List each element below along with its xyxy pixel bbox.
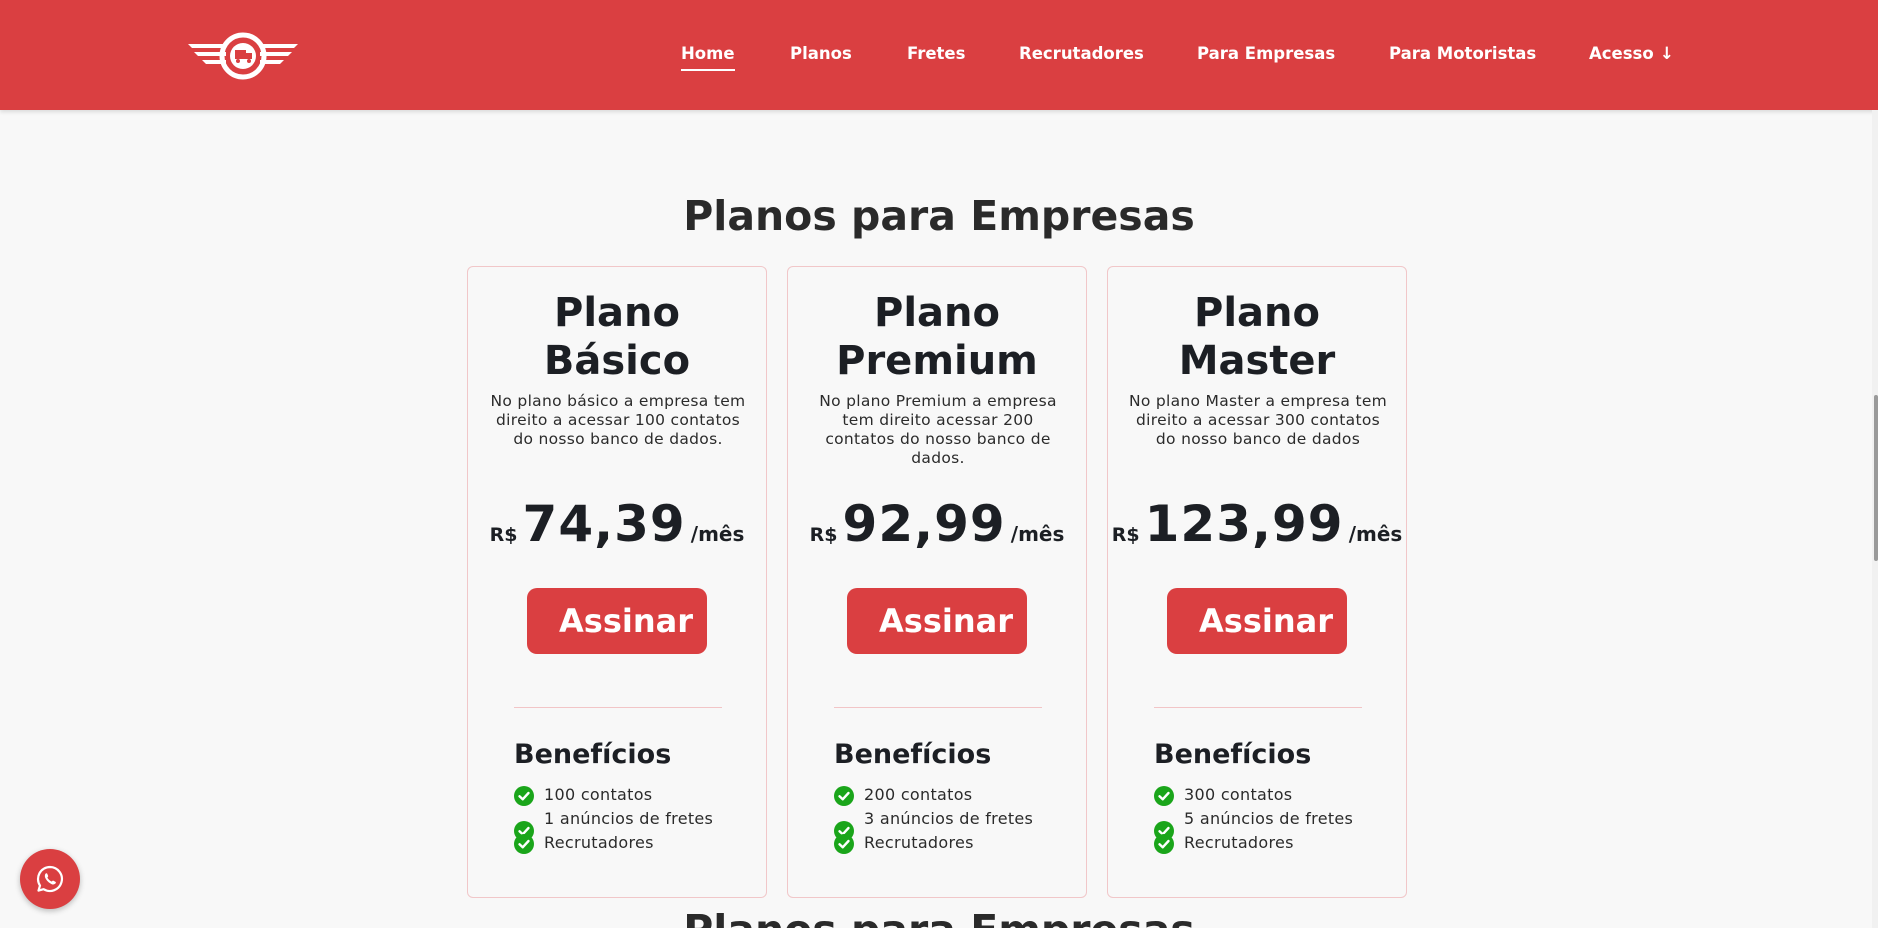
nav-para-motoristas[interactable]: Para Motoristas	[1389, 44, 1536, 63]
price-amount: 74,39	[522, 495, 686, 553]
plan-title-line-1: Plano	[1194, 290, 1320, 336]
subscribe-button[interactable]: Assinar	[527, 588, 707, 654]
check-circle-icon	[834, 786, 854, 806]
benefits-title: Benefícios	[514, 739, 672, 770]
benefit-text: Recrutadores	[864, 833, 974, 852]
plan-title-line-1: Plano	[554, 290, 680, 336]
main-nav: Home Planos Fretes Recrutadores Para Emp…	[0, 0, 1878, 110]
scrollbar-thumb[interactable]	[1874, 395, 1878, 561]
plan-description: No plano Premium a empresa tem direito a…	[819, 392, 1057, 467]
plan-price: R$ 92,99 /mês	[788, 495, 1086, 553]
subscribe-button[interactable]: Assinar	[1167, 588, 1347, 654]
check-circle-icon	[514, 834, 534, 854]
plan-card-basico: Plano Básico No plano básico a empresa t…	[467, 266, 767, 898]
arrow-down-icon: ↓	[1659, 44, 1674, 64]
benefit-text: Recrutadores	[544, 833, 654, 852]
list-item: 100 contatos	[514, 783, 734, 807]
price-period: /mês	[1348, 522, 1403, 546]
plan-title-line-2: Básico	[543, 338, 691, 384]
divider	[514, 707, 722, 708]
check-circle-icon	[1154, 834, 1174, 854]
plan-description: No plano básico a empresa tem direito a …	[490, 392, 746, 448]
site-header: Home Planos Fretes Recrutadores Para Emp…	[0, 0, 1878, 110]
benefits-list: 100 contatos 1 anúncios de fretes Recrut…	[514, 783, 734, 855]
price-amount: 123,99	[1144, 495, 1344, 553]
check-circle-icon	[514, 786, 534, 806]
plan-title-line-2: Premium	[836, 338, 1038, 384]
price-currency: R$	[809, 524, 838, 546]
nav-acesso-label: Acesso	[1589, 44, 1654, 63]
next-section-title: Planos para Empresas	[0, 906, 1878, 928]
plan-title-line-2: Master	[1178, 338, 1336, 384]
benefit-text: 100 contatos	[544, 785, 653, 804]
plan-title: Plano Master	[1108, 289, 1406, 385]
list-item: 1 anúncios de fretes	[514, 807, 734, 841]
nav-acesso[interactable]: Acesso ↓	[1589, 44, 1674, 64]
list-item: Recrutadores	[834, 831, 1054, 855]
divider	[834, 707, 1042, 708]
plan-title: Plano Premium	[788, 289, 1086, 385]
list-item: Recrutadores	[514, 831, 734, 855]
nav-home[interactable]: Home	[681, 44, 735, 71]
price-currency: R$	[489, 524, 518, 546]
price-amount: 92,99	[842, 495, 1006, 553]
benefits-title: Benefícios	[834, 739, 992, 770]
list-item: 200 contatos	[834, 783, 1054, 807]
benefit-text: 5 anúncios de fretes	[1184, 809, 1354, 828]
plan-card-master: Plano Master No plano Master a empresa t…	[1107, 266, 1407, 898]
page-title: Planos para Empresas	[683, 192, 1195, 240]
benefit-text: 200 contatos	[864, 785, 973, 804]
benefit-text: 3 anúncios de fretes	[864, 809, 1034, 828]
benefit-text: 1 anúncios de fretes	[544, 809, 714, 828]
whatsapp-button[interactable]	[20, 849, 80, 909]
price-currency: R$	[1111, 524, 1140, 546]
nav-planos[interactable]: Planos	[790, 44, 852, 63]
plan-description: No plano Master a empresa tem direito a …	[1128, 392, 1388, 448]
benefit-text: 300 contatos	[1184, 785, 1293, 804]
benefits-title: Benefícios	[1154, 739, 1312, 770]
whatsapp-icon	[36, 865, 64, 893]
subscribe-button[interactable]: Assinar	[847, 588, 1027, 654]
divider	[1154, 707, 1362, 708]
benefit-text: Recrutadores	[1184, 833, 1294, 852]
nav-para-empresas[interactable]: Para Empresas	[1197, 44, 1335, 63]
nav-recrutadores[interactable]: Recrutadores	[1019, 44, 1144, 63]
nav-fretes[interactable]: Fretes	[907, 44, 965, 63]
price-period: /mês	[690, 522, 745, 546]
list-item: 3 anúncios de fretes	[834, 807, 1054, 841]
list-item: 5 anúncios de fretes	[1154, 807, 1374, 841]
benefits-list: 300 contatos 5 anúncios de fretes Recrut…	[1154, 783, 1374, 855]
plan-title: Plano Básico	[468, 289, 766, 385]
list-item: 300 contatos	[1154, 783, 1374, 807]
check-circle-icon	[834, 834, 854, 854]
check-circle-icon	[1154, 786, 1174, 806]
plan-price: R$ 74,39 /mês	[468, 495, 766, 553]
plan-price: R$ 123,99 /mês	[1108, 495, 1406, 553]
plan-title-line-1: Plano	[874, 290, 1000, 336]
list-item: Recrutadores	[1154, 831, 1374, 855]
price-period: /mês	[1010, 522, 1065, 546]
plan-card-premium: Plano Premium No plano Premium a empresa…	[787, 266, 1087, 898]
benefits-list: 200 contatos 3 anúncios de fretes Recrut…	[834, 783, 1054, 855]
